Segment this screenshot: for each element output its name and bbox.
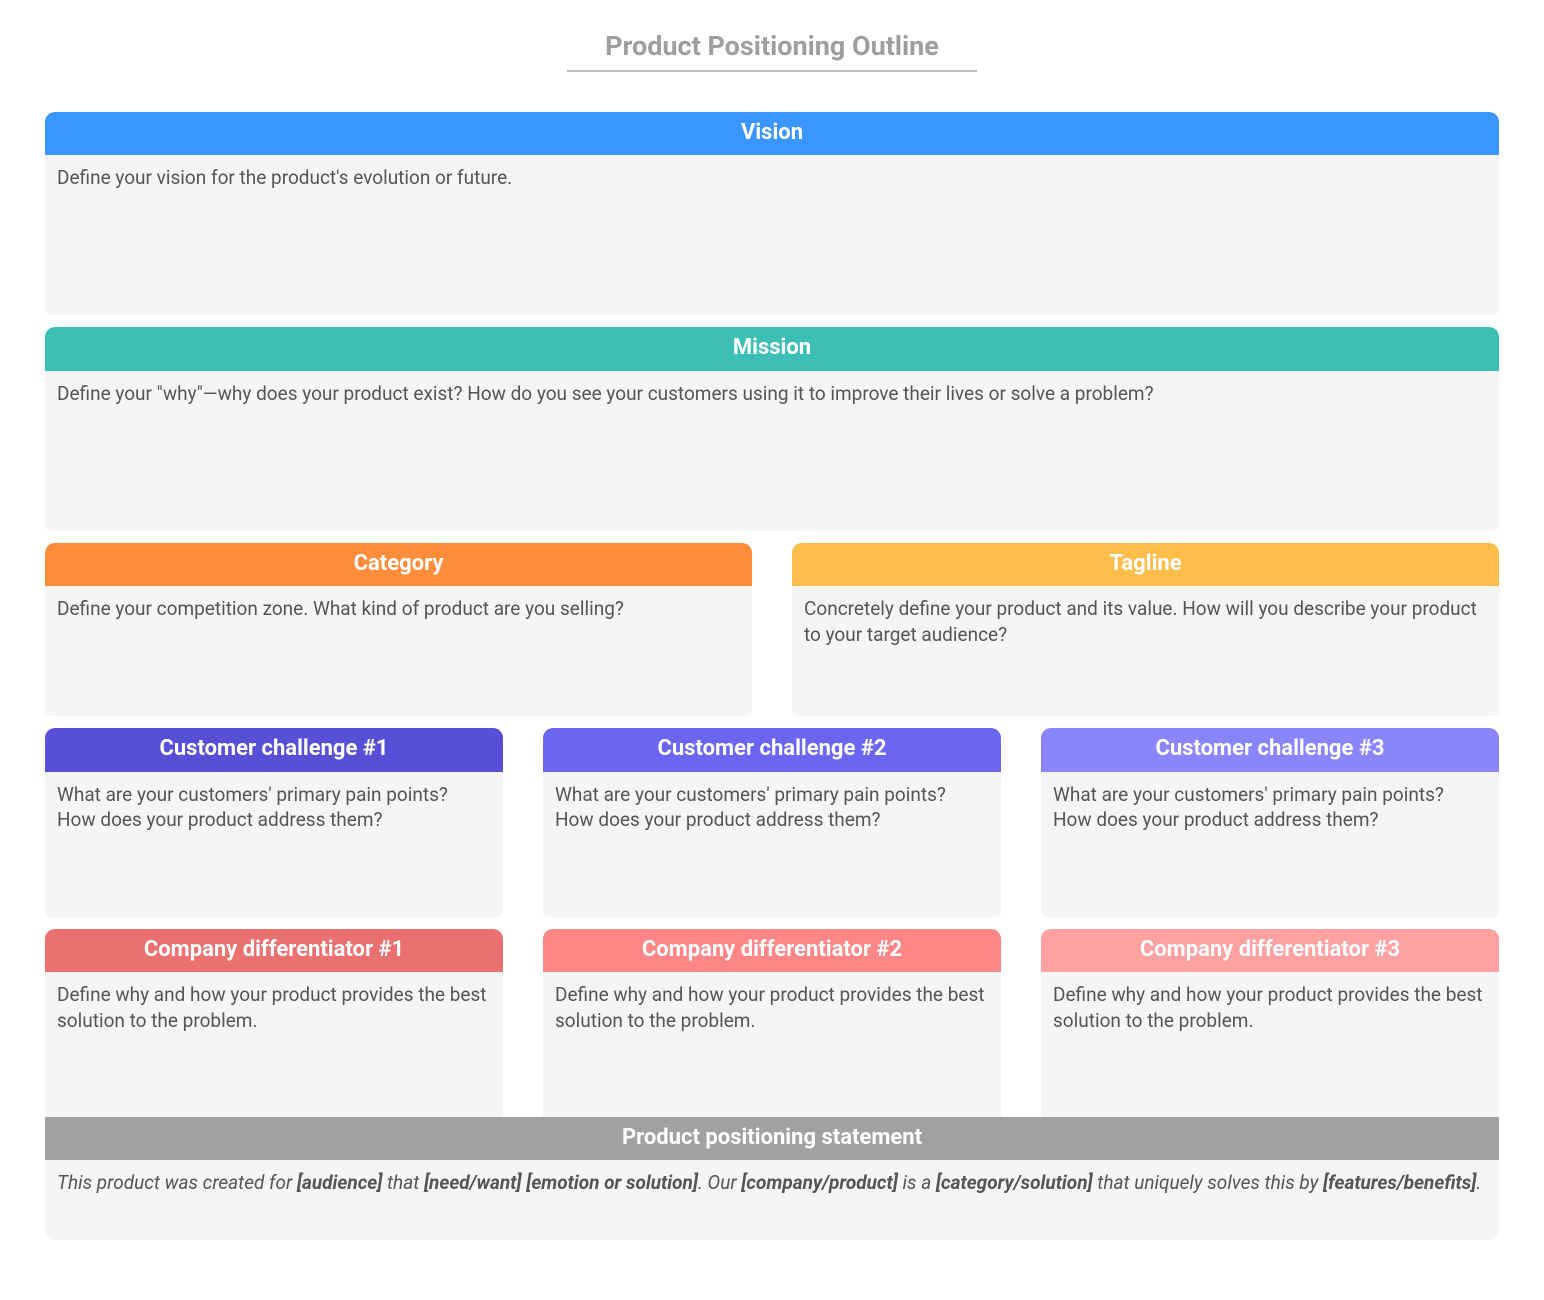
mission-header: Mission	[45, 327, 1499, 370]
differentiator-1-card: Company differentiator #1 Define why and…	[45, 929, 503, 1117]
row-mission: Mission Define your "why"—why does your …	[45, 327, 1499, 530]
row-vision: Vision Define your vision for the produc…	[45, 112, 1499, 315]
stmt-category: [category/solution]	[936, 1171, 1093, 1194]
tagline-header: Tagline	[792, 543, 1499, 586]
row-statement: Product positioning statement This produ…	[45, 1117, 1499, 1240]
challenge-3-body[interactable]: What are your customers' primary pain po…	[1041, 772, 1499, 917]
category-card: Category Define your competition zone. W…	[45, 543, 752, 716]
stmt-audience: [audience]	[297, 1171, 382, 1194]
challenge-3-card: Customer challenge #3 What are your cust…	[1041, 728, 1499, 916]
vision-body[interactable]: Define your vision for the product's evo…	[45, 155, 1499, 315]
row-differentiators: Company differentiator #1 Define why and…	[45, 929, 1499, 1117]
stmt-text-6: .	[1476, 1171, 1481, 1194]
category-body[interactable]: Define your competition zone. What kind …	[45, 586, 752, 716]
tagline-body[interactable]: Concretely define your product and its v…	[792, 586, 1499, 716]
challenge-2-header: Customer challenge #2	[543, 728, 1001, 771]
category-header: Category	[45, 543, 752, 586]
stmt-text-5: that uniquely solves this by	[1093, 1171, 1323, 1194]
differentiator-3-header: Company differentiator #3	[1041, 929, 1499, 972]
differentiator-3-card: Company differentiator #3 Define why and…	[1041, 929, 1499, 1117]
challenge-3-header: Customer challenge #3	[1041, 728, 1499, 771]
stmt-text-3: . Our	[698, 1171, 741, 1194]
challenge-2-card: Customer challenge #2 What are your cust…	[543, 728, 1001, 916]
challenge-1-card: Customer challenge #1 What are your cust…	[45, 728, 503, 916]
stmt-company: [company/product]	[741, 1171, 898, 1194]
page-title: Product Positioning Outline	[567, 30, 977, 72]
differentiator-1-body[interactable]: Define why and how your product provides…	[45, 972, 503, 1117]
vision-card: Vision Define your vision for the produc…	[45, 112, 1499, 315]
differentiator-2-header: Company differentiator #2	[543, 929, 1001, 972]
challenge-1-header: Customer challenge #1	[45, 728, 503, 771]
stmt-need: [need/want] [emotion or solution]	[424, 1171, 698, 1194]
challenge-2-body[interactable]: What are your customers' primary pain po…	[543, 772, 1001, 917]
row-category-tagline: Category Define your competition zone. W…	[45, 543, 1499, 716]
differentiator-1-header: Company differentiator #1	[45, 929, 503, 972]
tagline-card: Tagline Concretely define your product a…	[792, 543, 1499, 716]
stmt-text-1: This product was created for	[57, 1171, 297, 1194]
differentiator-2-card: Company differentiator #2 Define why and…	[543, 929, 1001, 1117]
statement-body[interactable]: This product was created for [audience] …	[45, 1160, 1499, 1240]
differentiator-2-body[interactable]: Define why and how your product provides…	[543, 972, 1001, 1117]
differentiator-3-body[interactable]: Define why and how your product provides…	[1041, 972, 1499, 1117]
challenge-1-body[interactable]: What are your customers' primary pain po…	[45, 772, 503, 917]
mission-body[interactable]: Define your "why"—why does your product …	[45, 371, 1499, 531]
row-challenges: Customer challenge #1 What are your cust…	[45, 728, 1499, 916]
vision-header: Vision	[45, 112, 1499, 155]
statement-card: Product positioning statement This produ…	[45, 1117, 1499, 1240]
title-container: Product Positioning Outline	[45, 30, 1499, 72]
mission-card: Mission Define your "why"—why does your …	[45, 327, 1499, 530]
statement-header: Product positioning statement	[45, 1117, 1499, 1160]
stmt-text-4: is a	[898, 1171, 936, 1194]
stmt-features: [features/benefits]	[1323, 1171, 1476, 1194]
stmt-text-2: that	[382, 1171, 424, 1194]
